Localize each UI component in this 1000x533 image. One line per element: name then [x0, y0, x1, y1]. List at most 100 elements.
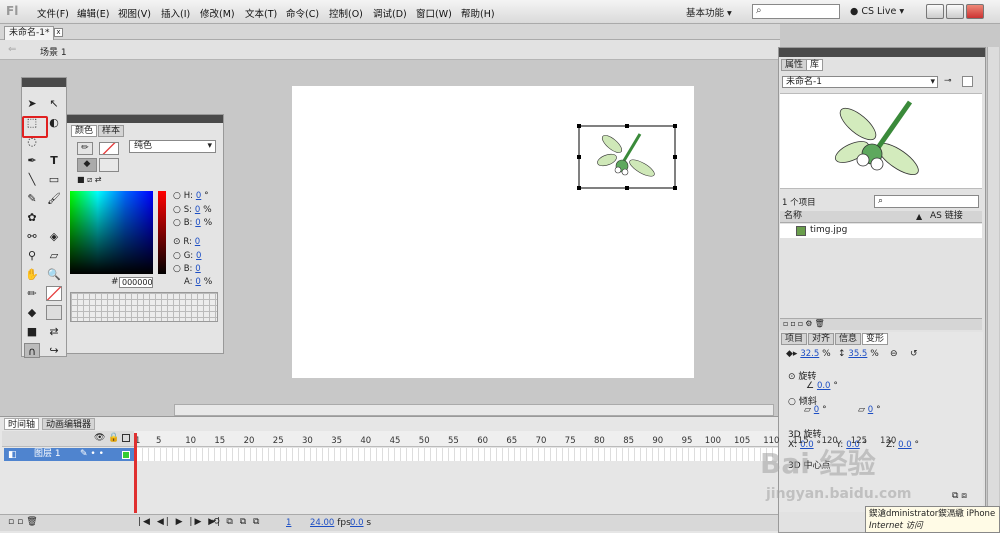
menu-commands[interactable]: 命令(C)	[286, 6, 319, 20]
vertical-scrollbar[interactable]	[987, 47, 999, 533]
playback-controls[interactable]: |◀ ◀| ▶ |▶ ▶|	[138, 517, 222, 527]
cs-live-button[interactable]: ● CS Live ▾	[850, 6, 904, 17]
tab-motion-editor[interactable]: 动画编辑器	[42, 418, 96, 430]
menu-view[interactable]: 视图(V)	[118, 6, 151, 20]
stage[interactable]	[292, 86, 694, 378]
pin-icon[interactable]: ⊸	[944, 76, 952, 86]
brightness-slider[interactable]	[158, 191, 166, 274]
frame-tick: 15	[214, 436, 226, 446]
column-as-link[interactable]: AS 链接	[930, 211, 963, 222]
bone-tool-icon[interactable]: ⚯	[24, 229, 40, 244]
eye-icon[interactable]: 👁	[94, 433, 105, 443]
edit-bar	[0, 40, 780, 60]
transform-action-icons[interactable]: ⧉ ⧈	[952, 491, 967, 501]
pen-tool-icon[interactable]: ✒	[24, 153, 40, 168]
frame-tick: 50	[418, 436, 430, 446]
back-arrow-icon[interactable]: ⇐	[8, 44, 16, 55]
layer-action-icons[interactable]: ▫▫🗑	[8, 517, 41, 527]
menu-control[interactable]: 控制(O)	[329, 6, 363, 20]
menu-text[interactable]: 文本(T)	[245, 6, 277, 20]
menu-file[interactable]: 文件(F)	[37, 6, 69, 20]
layer-color-box[interactable]	[122, 451, 130, 459]
eyedropper-tool-icon[interactable]: ⚲	[24, 248, 40, 263]
tab-properties[interactable]: 属性	[781, 59, 808, 71]
black-white-icon[interactable]: ■	[24, 324, 40, 339]
document-tab[interactable]: 未命名-1*	[4, 26, 55, 40]
paint-bucket-icon[interactable]: ◈	[46, 229, 62, 244]
stroke-color-icon[interactable]: ✏	[77, 142, 93, 155]
hand-tool-icon[interactable]: ✋	[24, 267, 40, 282]
smooth-icon[interactable]: ↪	[46, 343, 62, 358]
sort-icon[interactable]: ▲	[916, 211, 922, 222]
g-value[interactable]: 0	[196, 251, 201, 261]
brush-tool-icon[interactable]: 🖌	[46, 191, 62, 206]
library-action-icons[interactable]: ▫▫▫⚙🗑	[783, 319, 827, 328]
tab-transform[interactable]: 变形	[862, 333, 889, 345]
hex-input[interactable]: 000000	[119, 277, 153, 288]
tab-color[interactable]: 颜色	[71, 125, 98, 137]
menu-insert[interactable]: 插入(I)	[161, 6, 190, 20]
dragonfly-image[interactable]	[292, 86, 694, 378]
selection-tool-icon[interactable]: ➤	[24, 96, 40, 111]
tab-align[interactable]: 对齐	[808, 333, 835, 345]
new-library-panel-icon[interactable]	[962, 76, 973, 87]
help-search-input[interactable]: ⌕	[752, 4, 840, 19]
h-value[interactable]: 0	[196, 191, 201, 201]
library-document-dropdown[interactable]: 未命名-1 ▾	[782, 76, 938, 88]
fill-swatch[interactable]	[46, 305, 62, 320]
stroke-swatch[interactable]	[99, 142, 119, 155]
fill-color-icon[interactable]: ◆	[77, 158, 97, 172]
menu-window[interactable]: 窗口(W)	[416, 6, 452, 20]
r-value[interactable]: 0	[195, 237, 200, 247]
tab-info[interactable]: 信息	[835, 333, 862, 345]
menu-help[interactable]: 帮助(H)	[461, 6, 495, 20]
outline-icon[interactable]	[122, 434, 130, 442]
tab-components[interactable]: 项目	[781, 333, 808, 345]
menu-edit[interactable]: 编辑(E)	[77, 6, 109, 20]
mini-color-icons[interactable]: ■ ⧄ ⇄	[77, 175, 101, 185]
list-item[interactable]: timg.jpg	[780, 224, 982, 238]
swap-colors-icon[interactable]: ⇄	[46, 324, 62, 339]
text-tool-icon[interactable]: T	[46, 153, 62, 168]
maximize-button[interactable]	[946, 4, 964, 19]
tab-library[interactable]: 库	[806, 59, 824, 71]
color-spectrum[interactable]	[70, 191, 153, 274]
snap-to-objects-icon[interactable]: ∩	[24, 343, 40, 358]
tab-close-icon[interactable]: x	[54, 28, 63, 37]
subselection-tool-icon[interactable]: ↖	[46, 96, 62, 111]
library-search-input[interactable]: ⌕	[874, 195, 979, 208]
menu-debug[interactable]: 调试(D)	[373, 6, 407, 20]
eraser-tool-icon[interactable]: ▱	[46, 248, 62, 263]
workspace-dropdown[interactable]: 基本功能 ▾	[686, 5, 732, 19]
playhead[interactable]	[134, 433, 137, 513]
b-value[interactable]: 0	[195, 218, 200, 228]
tab-swatches[interactable]: 样本	[98, 125, 125, 137]
fill-swatch[interactable]	[99, 158, 119, 172]
menu-modify[interactable]: 修改(M)	[200, 6, 235, 20]
minimize-button[interactable]	[926, 4, 944, 19]
line-tool-icon[interactable]: ╲	[24, 172, 40, 187]
frames-grid[interactable]	[136, 448, 778, 461]
stage-horizontal-scrollbar[interactable]	[174, 404, 774, 416]
constrain-icon[interactable]: ⊖	[890, 349, 898, 359]
fill-color-icon[interactable]: ◆	[24, 305, 40, 320]
zoom-tool-icon[interactable]: 🔍	[46, 267, 62, 282]
layer-row[interactable]: 图层 1	[4, 448, 134, 461]
rectangle-tool-icon[interactable]: ▭	[46, 172, 62, 187]
onion-skin-icons[interactable]: ⟲ ⧉ ⧉ ⧉	[212, 517, 261, 527]
stroke-color-icon[interactable]: ✏	[24, 286, 40, 301]
current-frame[interactable]: 1	[286, 518, 291, 528]
3d-rotation-tool-icon[interactable]: ◐	[46, 115, 62, 130]
lock-icon[interactable]: 🔒	[108, 433, 119, 443]
tab-timeline[interactable]: 时间轴	[4, 418, 40, 430]
b-rgb-value[interactable]: 0	[195, 264, 200, 274]
pencil-tool-icon[interactable]: ✎	[24, 191, 40, 206]
s-value[interactable]: 0	[195, 205, 200, 215]
reset-icon[interactable]: ↺	[910, 349, 918, 359]
stroke-swatch[interactable]	[46, 286, 62, 301]
column-name[interactable]: 名称	[784, 211, 802, 222]
close-window-button[interactable]	[966, 4, 984, 19]
fill-type-dropdown[interactable]: 纯色 ▾	[129, 140, 216, 153]
highlighted-free-transform-tool	[22, 116, 48, 138]
deco-tool-icon[interactable]: ✿	[24, 210, 40, 225]
